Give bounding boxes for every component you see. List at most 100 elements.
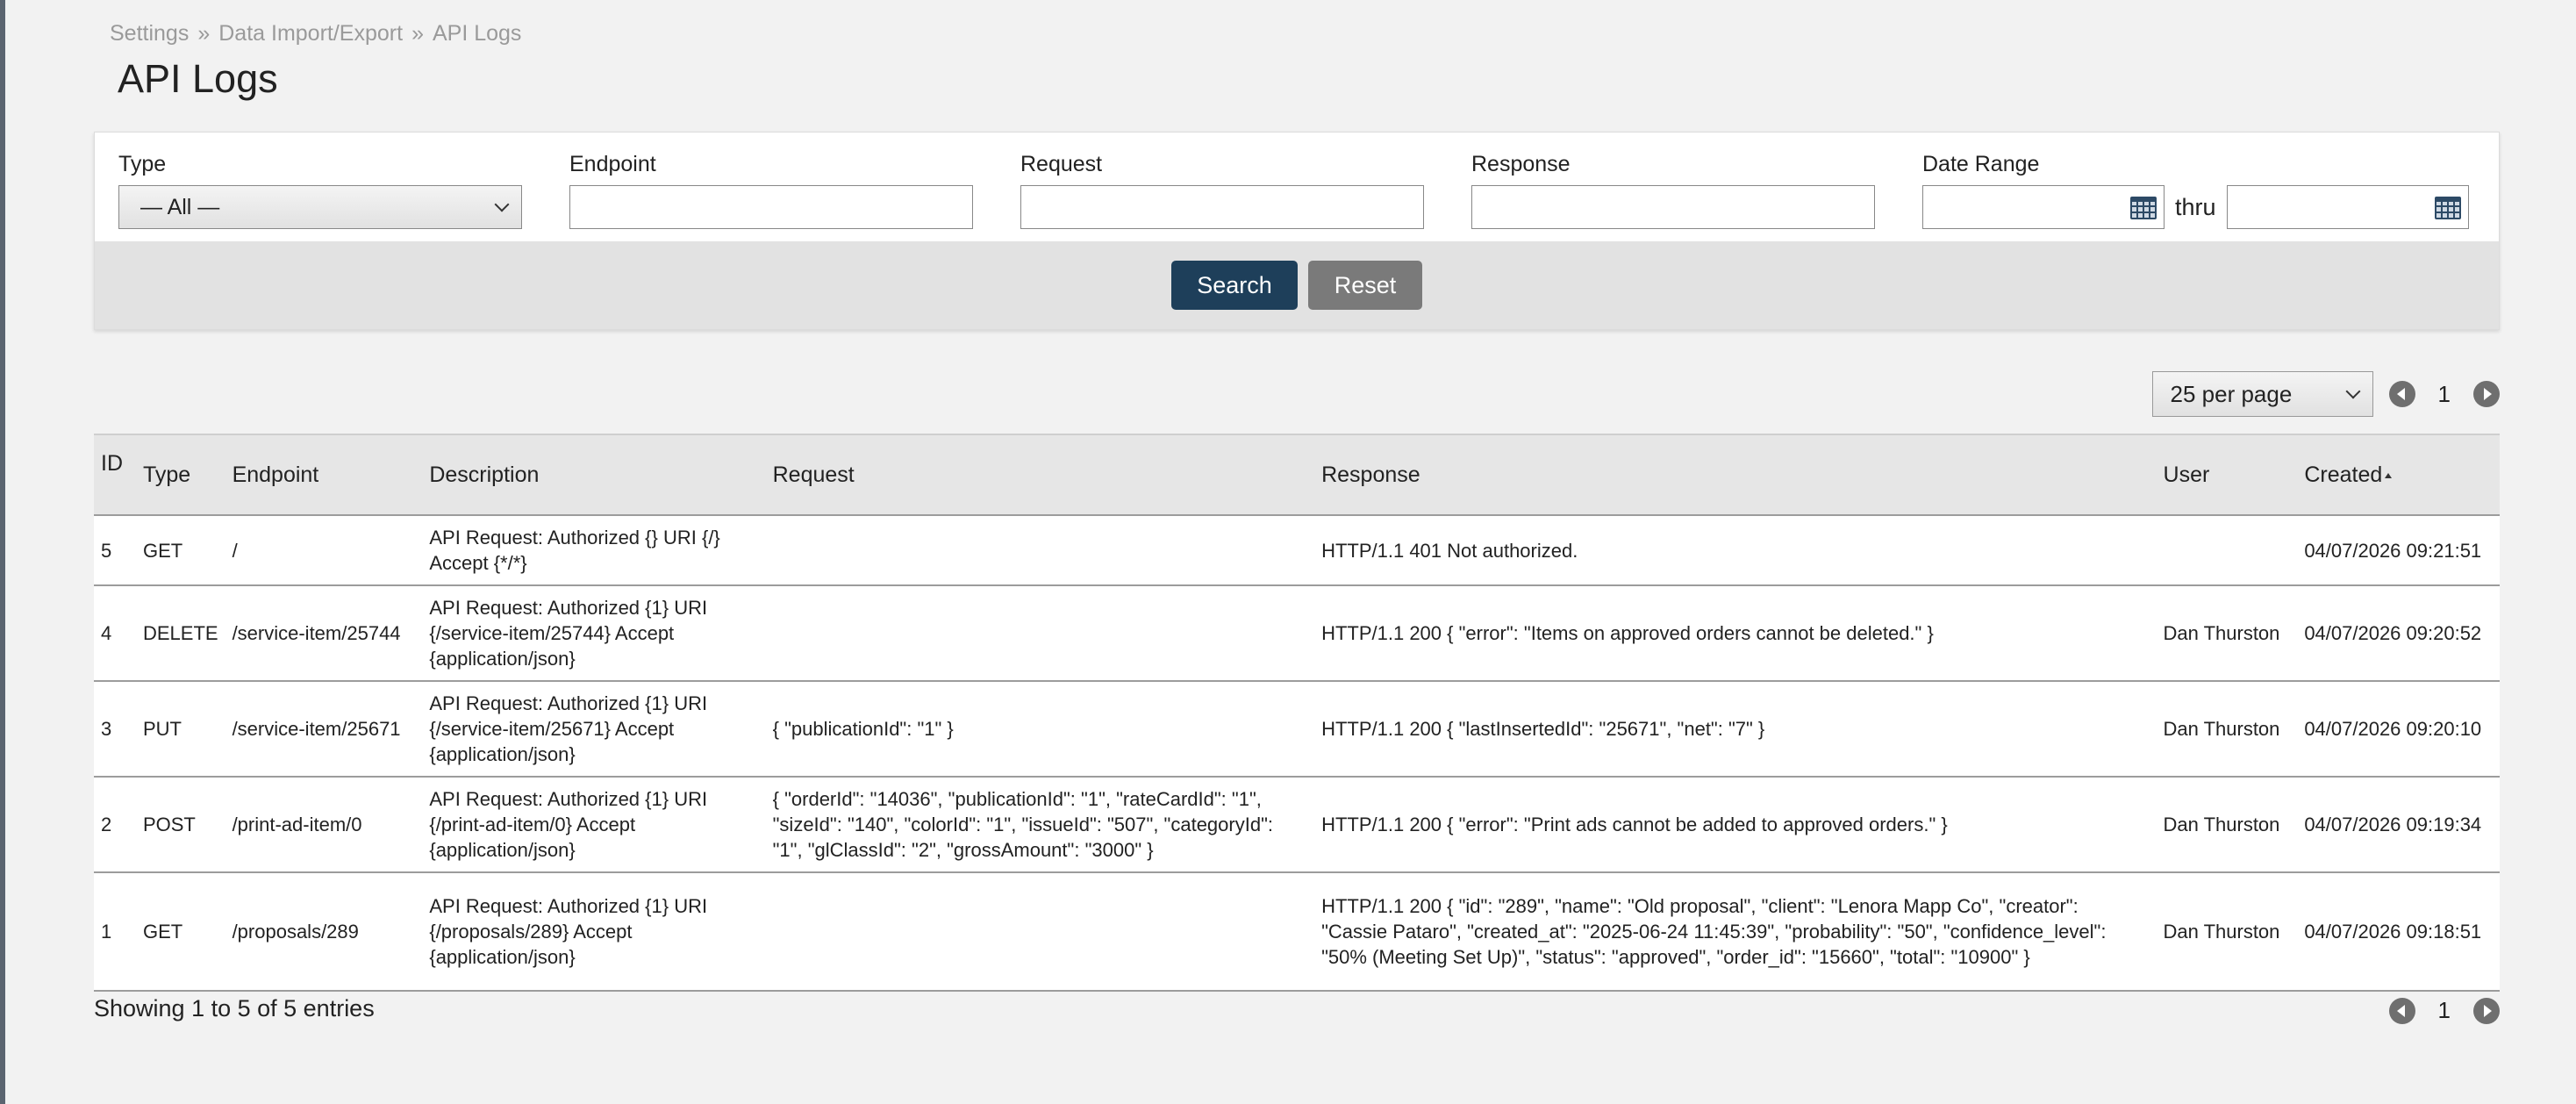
cell-endpoint: /: [225, 515, 423, 586]
cell-id: 3: [94, 681, 136, 778]
date-range-label: Date Range: [1922, 152, 2040, 176]
cell-request: { "publicationId": "1" }: [765, 681, 1315, 778]
per-page-select[interactable]: 25 per page: [2151, 371, 2373, 417]
endpoint-label: Endpoint: [569, 152, 656, 176]
cell-type: GET: [135, 515, 225, 586]
cell-description: API Request: Authorized {1} URI {/print-…: [422, 777, 766, 873]
date-range-filter: Date Range thru: [1922, 152, 2469, 229]
cell-user: Dan Thurston: [2156, 777, 2298, 873]
chevron-down-icon: [2345, 384, 2361, 399]
column-header-created[interactable]: Created: [2297, 434, 2500, 516]
calendar-icon[interactable]: [2434, 197, 2461, 219]
cell-type: DELETE: [135, 585, 225, 682]
prev-page-button[interactable]: [2388, 997, 2415, 1024]
breadcrumb-data-import-export[interactable]: Data Import/Export: [218, 21, 403, 47]
cell-description: API Request: Authorized {1} URI {/servic…: [422, 681, 766, 778]
column-header-type[interactable]: Type: [135, 434, 225, 516]
chevron-left-icon: [2397, 1004, 2406, 1017]
table-row[interactable]: 3 PUT /service-item/25671 API Request: A…: [94, 681, 2500, 778]
cell-request: [765, 585, 1315, 682]
column-header-description[interactable]: Description: [422, 434, 766, 516]
prev-page-button[interactable]: [2388, 381, 2415, 407]
thru-label: thru: [2175, 193, 2216, 220]
current-page[interactable]: 1: [2438, 997, 2451, 1024]
cell-response: HTTP/1.1 200 { "error": "Items on approv…: [1314, 585, 2157, 682]
cell-id: 1: [94, 872, 136, 992]
response-label: Response: [1471, 152, 1571, 176]
breadcrumb-separator: »: [197, 21, 211, 46]
cell-created: 04/07/2026 09:19:34: [2297, 777, 2500, 873]
endpoint-input[interactable]: [569, 185, 973, 229]
cell-type: PUT: [135, 681, 225, 778]
cell-user: [2156, 515, 2298, 586]
page-title: API Logs: [118, 56, 278, 101]
api-logs-table: ID Type Endpoint Description Request Res…: [94, 434, 2500, 992]
cell-type: GET: [135, 872, 225, 992]
cell-response: HTTP/1.1 401 Not authorized.: [1314, 515, 2157, 586]
response-filter: Response: [1471, 152, 1875, 229]
column-header-endpoint[interactable]: Endpoint: [225, 434, 423, 516]
reset-button[interactable]: Reset: [1308, 261, 1422, 310]
chevron-left-icon: [2397, 388, 2406, 400]
table-header-row: ID Type Endpoint Description Request Res…: [94, 434, 2500, 516]
pagination-top: 25 per page 1: [2151, 371, 2500, 417]
cell-description: API Request: Authorized {1} URI {/propos…: [422, 872, 766, 992]
cell-user: Dan Thurston: [2156, 681, 2298, 778]
table-row[interactable]: 4 DELETE /service-item/25744 API Request…: [94, 585, 2500, 682]
cell-created: 04/07/2026 09:20:52: [2297, 585, 2500, 682]
search-button[interactable]: Search: [1171, 261, 1298, 310]
cell-request: [765, 515, 1315, 586]
cell-user: Dan Thurston: [2156, 585, 2298, 682]
cell-created: 04/07/2026 09:18:51: [2297, 872, 2500, 992]
cell-id: 5: [94, 515, 136, 586]
cell-description: API Request: Authorized {1} URI {/servic…: [422, 585, 766, 682]
filter-actions: Search Reset: [95, 241, 2499, 329]
cell-created: 04/07/2026 09:21:51: [2297, 515, 2500, 586]
table-row[interactable]: 2 POST /print-ad-item/0 API Request: Aut…: [94, 777, 2500, 873]
date-to-input[interactable]: [2226, 185, 2469, 229]
type-select-value: — All —: [140, 194, 220, 219]
window-edge: [0, 0, 5, 1104]
per-page-value: 25 per page: [2170, 380, 2293, 407]
column-header-response[interactable]: Response: [1314, 434, 2157, 516]
cell-description: API Request: Authorized {} URI {/} Accep…: [422, 515, 766, 586]
breadcrumb: Settings » Data Import/Export » API Logs: [110, 21, 521, 47]
cell-request: [765, 872, 1315, 992]
filter-panel: Type — All — Endpoint Request Response D…: [94, 132, 2500, 330]
cell-response: HTTP/1.1 200 { "error": "Print ads canno…: [1314, 777, 2157, 873]
sort-ascending-icon: [2385, 472, 2393, 478]
cell-endpoint: /service-item/25671: [225, 681, 423, 778]
current-page[interactable]: 1: [2438, 381, 2451, 408]
cell-type: POST: [135, 777, 225, 873]
column-header-created-label: Created: [2304, 462, 2383, 487]
request-input[interactable]: [1020, 185, 1424, 229]
cell-request: { "orderId": "14036", "publicationId": "…: [765, 777, 1315, 873]
breadcrumb-settings[interactable]: Settings: [110, 21, 189, 47]
cell-response: HTTP/1.1 200 { "id": "289", "name": "Old…: [1314, 872, 2157, 992]
cell-created: 04/07/2026 09:20:10: [2297, 681, 2500, 778]
cell-endpoint: /proposals/289: [225, 872, 423, 992]
breadcrumb-separator: »: [411, 21, 424, 46]
cell-endpoint: /print-ad-item/0: [225, 777, 423, 873]
table-row[interactable]: 5 GET / API Request: Authorized {} URI {…: [94, 515, 2500, 586]
calendar-icon[interactable]: [2130, 197, 2157, 219]
request-label: Request: [1020, 152, 1103, 176]
chevron-right-icon: [2483, 388, 2492, 400]
date-from-input[interactable]: [1922, 185, 2165, 229]
entries-info: Showing 1 to 5 of 5 entries: [94, 995, 375, 1022]
chevron-down-icon: [494, 197, 510, 212]
column-header-user[interactable]: User: [2156, 434, 2298, 516]
request-filter: Request: [1020, 152, 1424, 229]
type-select[interactable]: — All —: [118, 185, 522, 229]
next-page-button[interactable]: [2473, 997, 2500, 1024]
cell-endpoint: /service-item/25744: [225, 585, 423, 682]
chevron-right-icon: [2483, 1004, 2492, 1017]
breadcrumb-api-logs: API Logs: [432, 21, 522, 46]
column-header-request[interactable]: Request: [765, 434, 1315, 516]
table-row[interactable]: 1 GET /proposals/289 API Request: Author…: [94, 872, 2500, 992]
type-label: Type: [118, 152, 167, 176]
next-page-button[interactable]: [2473, 381, 2500, 407]
column-header-id[interactable]: ID: [94, 434, 136, 516]
response-input[interactable]: [1471, 185, 1875, 229]
pagination-bottom: 1: [2388, 997, 2500, 1024]
